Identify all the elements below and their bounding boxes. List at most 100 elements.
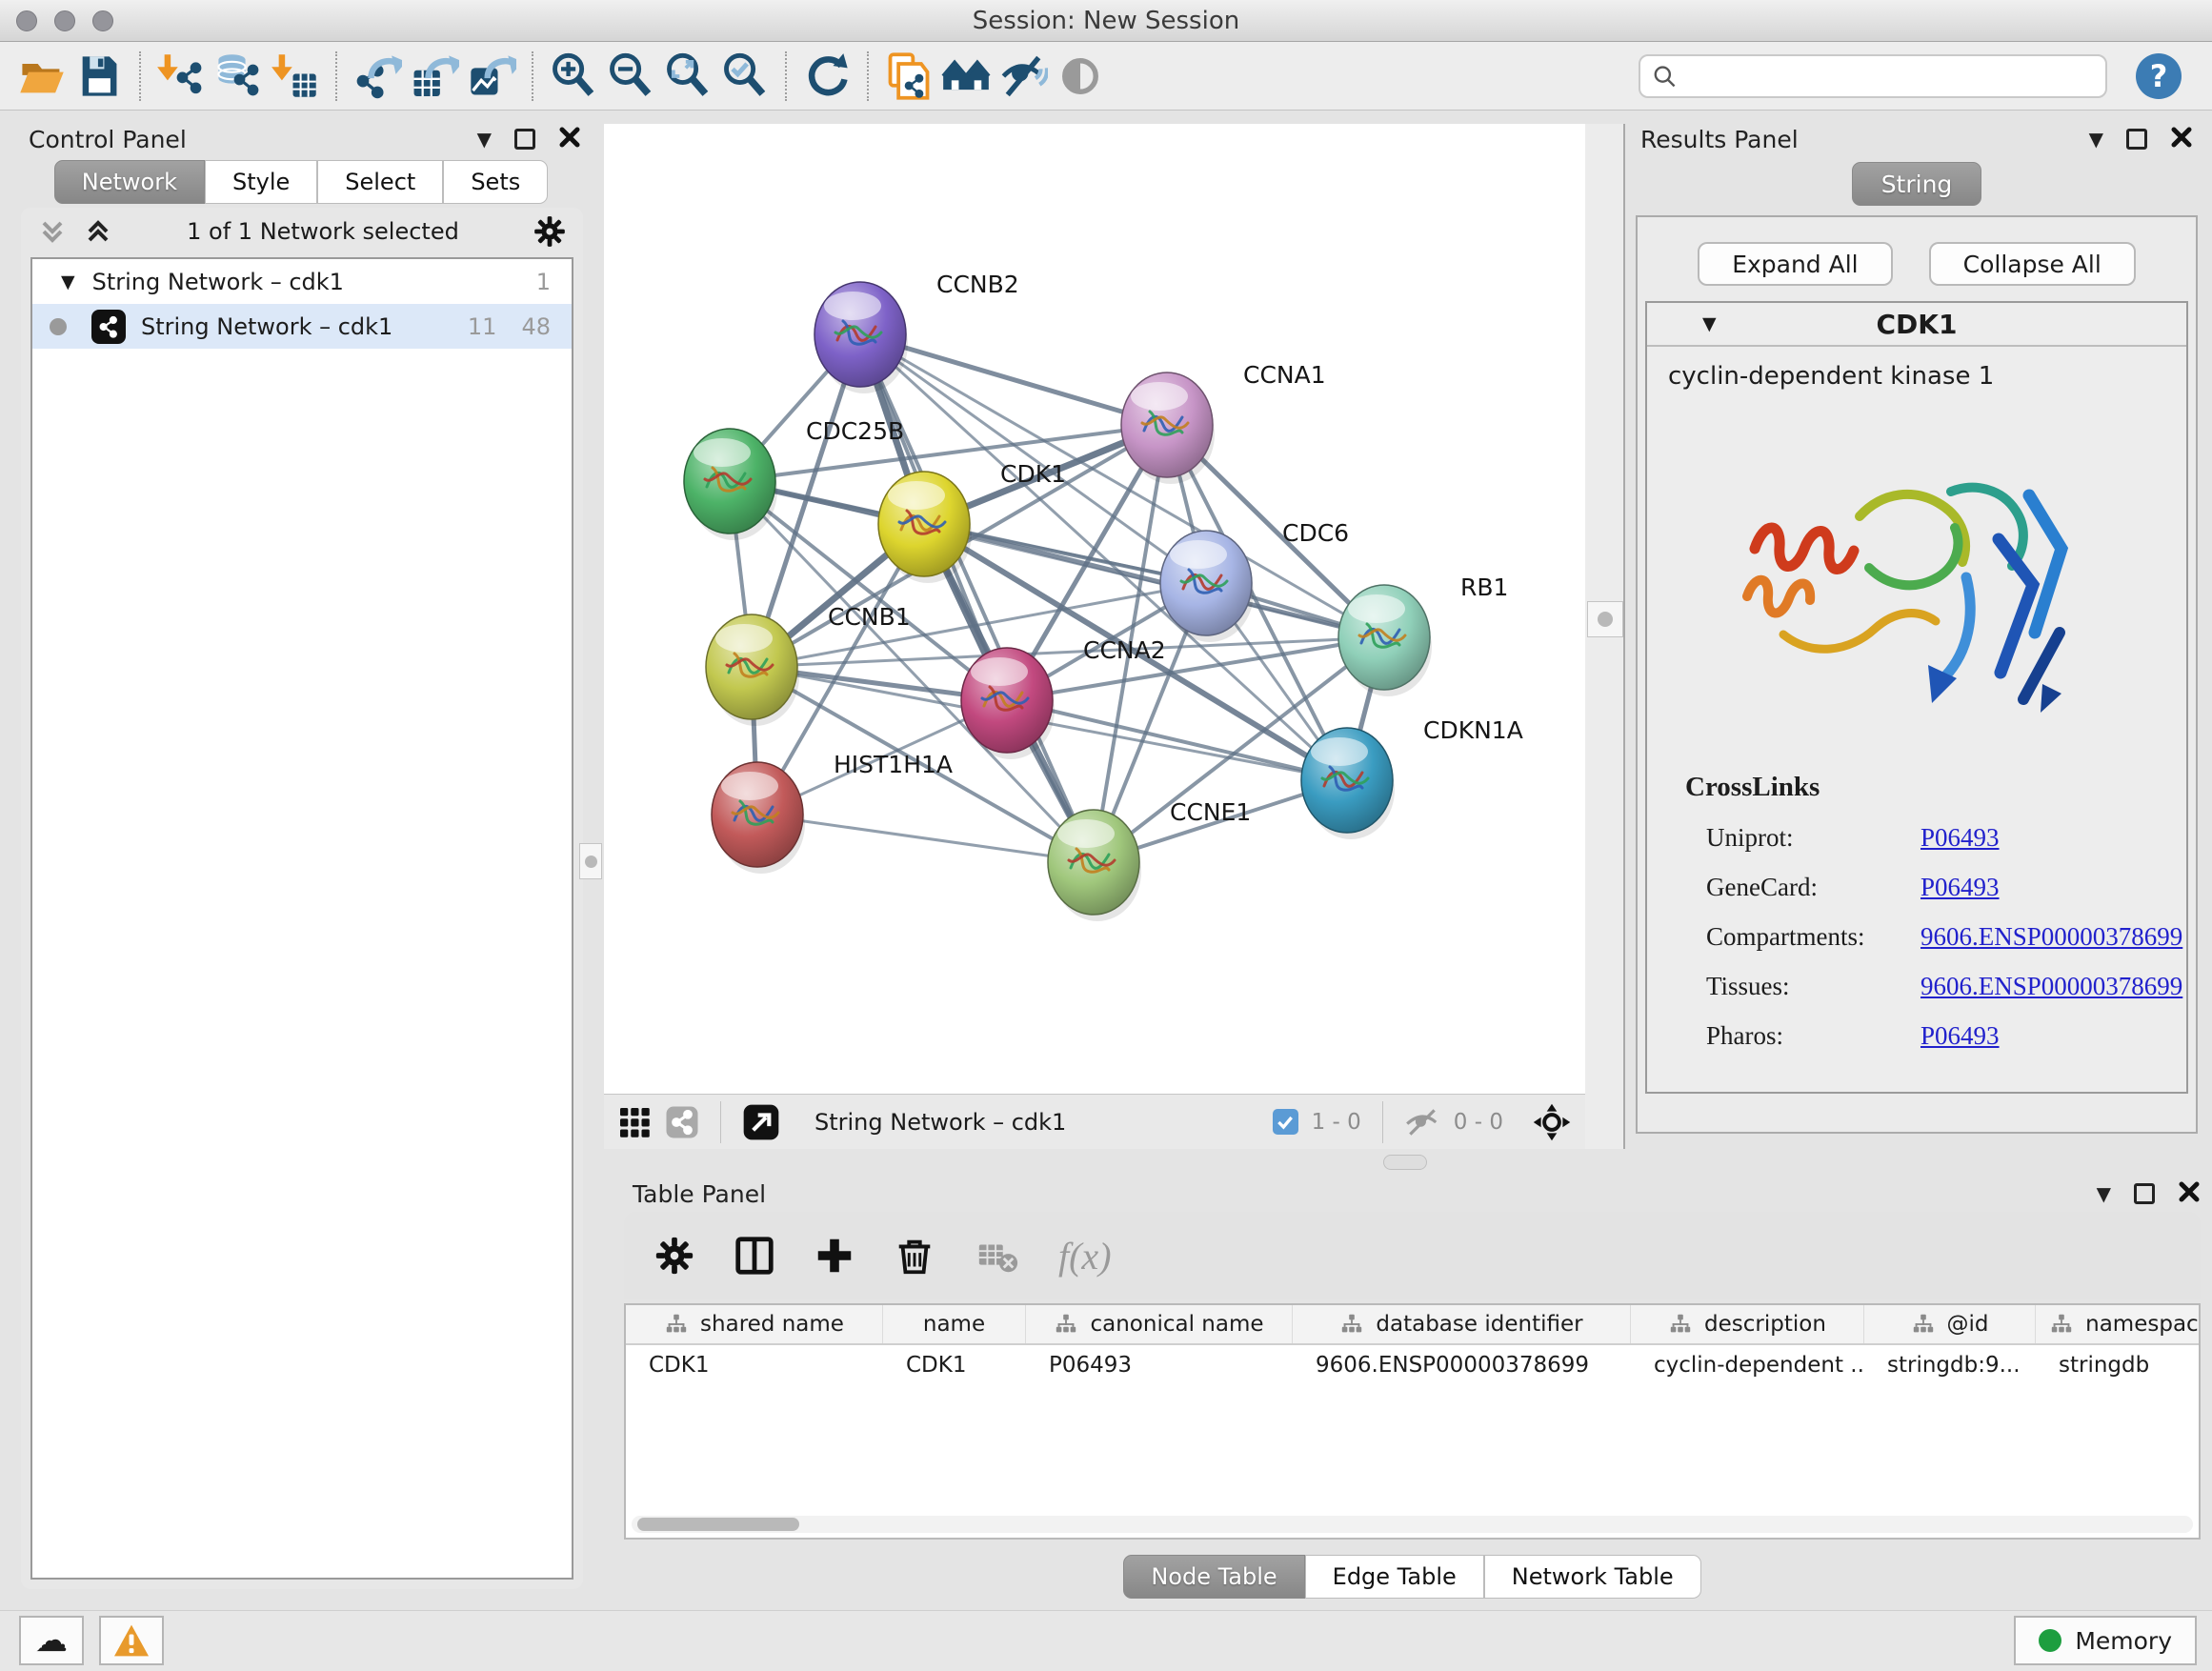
results-tab-string[interactable]: String — [1852, 162, 1982, 206]
network-view-list-icon[interactable] — [665, 1105, 699, 1139]
column-header-database-identifier[interactable]: database identifier — [1293, 1305, 1631, 1343]
search-box[interactable] — [1639, 54, 2107, 98]
column-header-namespace[interactable]: namespace — [2036, 1305, 2201, 1343]
tab-sets[interactable]: Sets — [443, 160, 548, 204]
tab-edge-table[interactable]: Edge Table — [1305, 1555, 1484, 1599]
show-columns-icon[interactable] — [733, 1234, 776, 1278]
network-node-HIST1H1A[interactable] — [712, 762, 805, 874]
network-node-CCNB1[interactable] — [706, 614, 799, 726]
crosslink-link[interactable]: P06493 — [1920, 823, 2000, 853]
results-panel-float-icon[interactable] — [2126, 129, 2147, 150]
tab-network-table[interactable]: Network Table — [1484, 1555, 1701, 1599]
crosslink-link[interactable]: P06493 — [1920, 1021, 2000, 1051]
cell-shared-name[interactable]: CDK1 — [626, 1345, 883, 1385]
tab-select[interactable]: Select — [317, 160, 443, 204]
collapse-all-networks-icon[interactable] — [36, 215, 69, 248]
crosslink-link[interactable]: P06493 — [1920, 873, 2000, 902]
control-panel-close-icon[interactable] — [558, 126, 581, 152]
results-splitter-handle[interactable] — [1587, 601, 1623, 637]
network-node-RB1[interactable] — [1338, 585, 1432, 696]
create-column-icon[interactable] — [813, 1234, 856, 1278]
zoom-selected-button[interactable] — [716, 48, 774, 105]
crosslink-link[interactable]: 9606.ENSP00000378699 — [1920, 972, 2182, 1001]
table-panel-menu-icon[interactable]: ▼ — [2097, 1182, 2111, 1205]
network-graph[interactable]: CCNB2CCNA1CDC25BCDK1CDC6RB1CCNB1CCNA2CDK… — [604, 124, 1585, 1094]
delete-column-icon[interactable] — [893, 1234, 936, 1278]
table-panel-float-icon[interactable] — [2134, 1183, 2155, 1204]
column-header-shared-name[interactable]: shared name — [626, 1305, 883, 1343]
table-panel-close-icon[interactable] — [2178, 1180, 2201, 1207]
export-network-button[interactable] — [349, 48, 406, 105]
collapse-all-button[interactable]: Collapse All — [1929, 242, 2136, 286]
open-file-button[interactable] — [13, 48, 70, 105]
table-options-gear-icon[interactable] — [653, 1234, 696, 1278]
tab-node-table[interactable]: Node Table — [1123, 1555, 1304, 1599]
network-node-CCNE1[interactable] — [1048, 810, 1141, 921]
selected-checkbox-icon[interactable] — [1273, 1109, 1298, 1135]
network-node-CCNB2[interactable] — [814, 282, 908, 393]
column-header-@id[interactable]: @id — [1864, 1305, 2036, 1343]
warnings-button[interactable] — [99, 1616, 164, 1665]
network-canvas[interactable]: CCNB2CCNA1CDC25BCDK1CDC6RB1CCNB1CCNA2CDK… — [604, 124, 1585, 1094]
birds-eye-view-icon[interactable] — [1532, 1102, 1572, 1142]
network-options-gear-icon[interactable] — [532, 213, 568, 250]
network-node-CDC6[interactable] — [1160, 531, 1254, 642]
save-session-button[interactable] — [70, 48, 128, 105]
cell-namespace[interactable]: stringdb — [2036, 1345, 2201, 1385]
table-row[interactable]: CDK1CDK1P064939606.ENSP00000378699cyclin… — [626, 1345, 2199, 1385]
expand-all-button[interactable]: Expand All — [1698, 242, 1892, 286]
tab-style[interactable]: Style — [205, 160, 317, 204]
network-collection-row[interactable]: ▼ String Network – cdk1 1 — [32, 259, 572, 304]
collection-caret-icon[interactable]: ▼ — [61, 272, 75, 292]
enhance-display-button[interactable] — [995, 48, 1052, 105]
network-node-CCNA2[interactable] — [961, 648, 1055, 759]
cell-description[interactable]: cyclin-dependent ... — [1631, 1345, 1864, 1385]
cell-name[interactable]: CDK1 — [883, 1345, 1026, 1385]
column-header-name[interactable]: name — [883, 1305, 1026, 1343]
results-panel-close-icon[interactable] — [2170, 126, 2193, 152]
export-image-button[interactable] — [463, 48, 520, 105]
protein-header[interactable]: ▼ CDK1 — [1647, 303, 2186, 347]
zoom-in-button[interactable] — [545, 48, 602, 105]
search-input[interactable] — [1677, 63, 2094, 90]
help-button[interactable]: ? — [2136, 53, 2182, 99]
import-network-button[interactable] — [152, 48, 210, 105]
scrollbar-thumb[interactable] — [637, 1518, 799, 1531]
detach-view-icon[interactable] — [742, 1103, 780, 1141]
cell-@id[interactable]: stringdb:9... — [1864, 1345, 2036, 1385]
column-header-description[interactable]: description — [1631, 1305, 1864, 1343]
protein-description: cyclin-dependent kinase 1 — [1647, 347, 2186, 391]
zoom-out-button[interactable] — [602, 48, 659, 105]
refresh-network-button[interactable] — [798, 48, 855, 105]
import-network-database-button[interactable] — [210, 48, 267, 105]
control-panel-float-icon[interactable] — [514, 129, 535, 150]
cell-canonical-name[interactable]: P06493 — [1026, 1345, 1293, 1385]
network-node-CDKN1A[interactable] — [1301, 728, 1395, 839]
table-horizontal-scrollbar[interactable] — [632, 1516, 2193, 1533]
cell-database-identifier[interactable]: 9606.ENSP00000378699 — [1293, 1345, 1631, 1385]
export-table-button[interactable] — [406, 48, 463, 105]
cloud-status-button[interactable]: ☁ — [19, 1616, 84, 1665]
control-panel-menu-icon[interactable]: ▼ — [477, 128, 492, 151]
import-table-button[interactable] — [267, 48, 324, 105]
zoom-fit-button[interactable] — [659, 48, 716, 105]
column-header-canonical-name[interactable]: canonical name — [1026, 1305, 1293, 1343]
tab-network[interactable]: Network — [54, 160, 205, 204]
control-splitter-handle[interactable] — [579, 843, 602, 879]
network-row[interactable]: String Network – cdk1 11 48 — [32, 304, 572, 349]
memory-button[interactable]: Memory — [2014, 1616, 2197, 1665]
protein-caret-icon[interactable]: ▼ — [1702, 313, 1717, 334]
expand-all-networks-icon[interactable] — [82, 215, 114, 248]
collection-label: String Network – cdk1 — [92, 269, 344, 295]
network-node-CCNA1[interactable] — [1121, 372, 1215, 484]
table-splitter-handle[interactable] — [1383, 1155, 1427, 1170]
network-edge-count: 48 — [521, 313, 551, 340]
show-graphics-details-button[interactable] — [1052, 48, 1109, 105]
network-node-CDK1[interactable] — [878, 472, 972, 583]
string-home-button[interactable] — [937, 48, 995, 105]
results-panel-menu-icon[interactable]: ▼ — [2089, 128, 2103, 151]
grid-view-icon[interactable] — [617, 1105, 652, 1139]
network-node-CDC25B[interactable] — [684, 429, 777, 540]
clone-network-button[interactable] — [880, 48, 937, 105]
crosslink-link[interactable]: 9606.ENSP00000378699 — [1920, 922, 2182, 952]
